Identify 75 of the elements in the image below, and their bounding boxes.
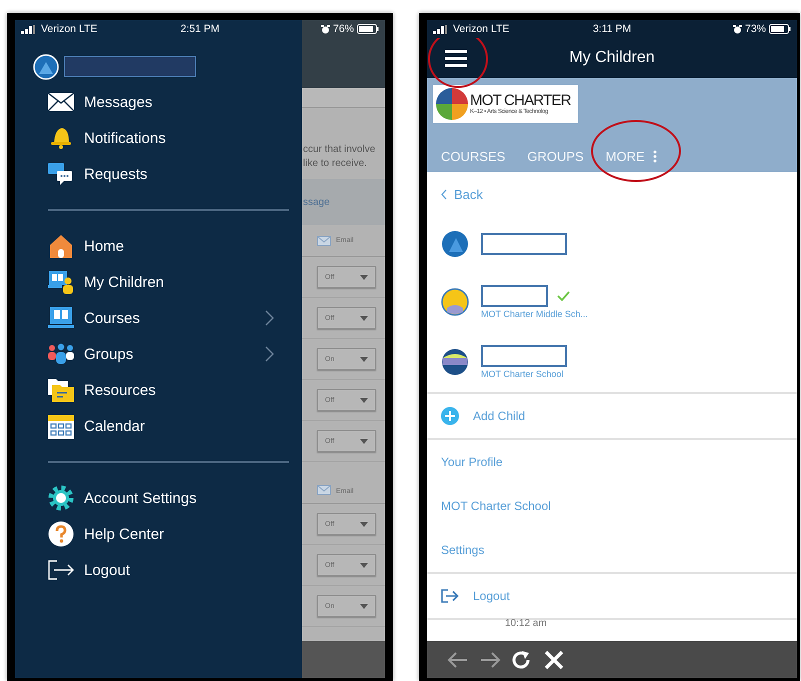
caret-icon — [360, 398, 368, 402]
bell-icon — [48, 125, 74, 151]
caret-icon — [360, 522, 368, 526]
menu-item[interactable]: Help Center — [15, 516, 302, 552]
chat-icon — [48, 161, 74, 187]
caret-icon — [360, 356, 368, 362]
courses-icon — [48, 305, 74, 331]
tab[interactable]: COURSES — [441, 148, 506, 164]
menu-item[interactable]: Requests — [15, 156, 302, 192]
signal-icon — [21, 24, 37, 34]
menu-item[interactable]: Calendar — [15, 408, 302, 444]
menu-item[interactable]: Messages — [15, 84, 302, 120]
redaction-box — [481, 285, 548, 307]
caret-icon — [360, 562, 368, 568]
carrier-label: Verizon LTE — [453, 23, 510, 35]
logout-icon — [441, 589, 459, 603]
menu-item[interactable]: Resources — [15, 372, 302, 408]
child-item[interactable]: MOT Charter Middle Sch... — [427, 272, 797, 332]
tab[interactable]: GROUPS — [527, 148, 584, 164]
back-link[interactable]: Back — [441, 186, 483, 202]
menu-icon — [445, 50, 467, 66]
logout-link[interactable]: Logout — [427, 574, 797, 618]
tab[interactable]: MORE — [606, 148, 657, 164]
avatar — [441, 288, 469, 316]
caret-icon — [360, 274, 368, 280]
help-icon — [48, 521, 74, 547]
avatar — [33, 54, 59, 80]
menu-item[interactable]: My Children — [15, 264, 302, 300]
caret-icon — [360, 604, 368, 608]
calendar-icon — [48, 413, 74, 439]
avatar — [441, 230, 469, 258]
carrier-label: Verizon LTE — [41, 23, 98, 35]
battery-icon — [769, 24, 791, 34]
school-name: MOT Charter Middle Sch... — [481, 309, 588, 319]
menu-item[interactable]: Logout — [15, 552, 302, 588]
caret-icon — [360, 316, 368, 320]
menu-link[interactable]: MOT Charter School — [427, 484, 797, 528]
home-icon — [48, 233, 74, 259]
menu-link[interactable]: Settings — [427, 528, 797, 572]
add-child-link[interactable]: Add Child — [427, 394, 797, 438]
more-icon — [652, 150, 657, 162]
envelope-icon — [317, 236, 331, 246]
alarm-icon — [320, 24, 330, 34]
children-icon — [48, 269, 74, 295]
child-item[interactable]: MOT Charter School — [427, 332, 797, 392]
signal-icon — [433, 24, 449, 34]
menu-item[interactable]: Home — [15, 228, 302, 264]
menu-item[interactable]: Notifications — [15, 120, 302, 156]
groups-icon — [48, 341, 74, 367]
battery-icon — [357, 24, 379, 34]
envelope-icon — [317, 485, 331, 495]
plus-icon — [441, 407, 459, 425]
menu-button[interactable] — [445, 50, 467, 66]
close-button[interactable] — [543, 650, 565, 670]
caret-icon — [360, 438, 368, 444]
timestamp: 10:12 am — [505, 618, 547, 630]
logo-title: MOT CHARTER — [470, 92, 571, 108]
menu-link[interactable]: Your Profile — [427, 440, 797, 484]
status-time: 3:11 PM — [592, 23, 632, 35]
menu-item[interactable]: Groups — [15, 336, 302, 372]
school-name: MOT Charter School — [481, 369, 564, 379]
menu-item[interactable]: Courses — [15, 300, 302, 336]
menu-item[interactable]: Account Settings — [15, 480, 302, 516]
description-text: like to receive. — [303, 157, 368, 171]
battery-percent: 76% — [332, 23, 354, 35]
battery-percent: 73% — [744, 23, 766, 35]
avatar — [441, 348, 469, 376]
chevron-left-icon — [441, 188, 447, 200]
gear-icon — [48, 485, 74, 511]
folder-icon — [48, 377, 74, 403]
alarm-icon — [732, 24, 742, 34]
page-title: My Children — [568, 49, 656, 67]
status-time: 2:51 PM — [179, 23, 221, 35]
logo-emblem-icon — [435, 87, 469, 121]
description-text: ccur that involve — [303, 143, 376, 157]
